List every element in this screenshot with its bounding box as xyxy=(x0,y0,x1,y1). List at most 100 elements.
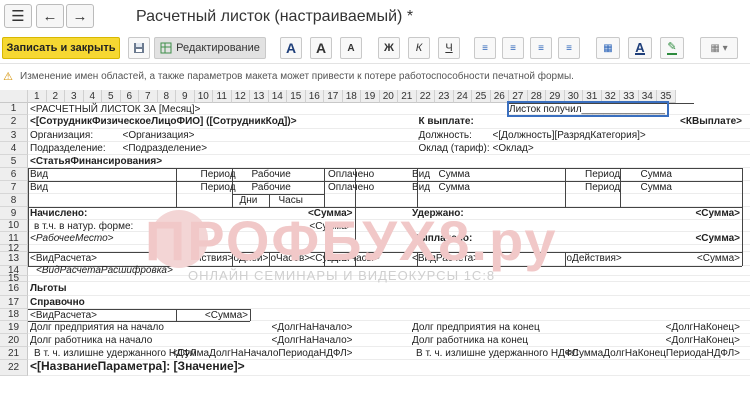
header-vid[interactable]: Вид xyxy=(30,168,48,181)
edit-mode-toggle[interactable]: Редактирование xyxy=(154,37,266,59)
finance-article[interactable]: <СтатьяФинансирования> xyxy=(30,155,162,168)
row-header[interactable]: 5 xyxy=(0,155,28,168)
column-header[interactable]: 26 xyxy=(490,90,509,103)
header-period-2[interactable]: Период xyxy=(201,181,236,194)
column-header[interactable]: 1 xyxy=(28,90,47,103)
header-vid-2[interactable]: Вид xyxy=(30,181,48,194)
align-left-button[interactable]: ≡ xyxy=(474,37,496,59)
row-header[interactable]: 19 xyxy=(0,321,28,334)
menu-button[interactable]: ☰ xyxy=(4,4,32,28)
row-header[interactable]: 16 xyxy=(0,282,28,296)
header-paid[interactable]: Оплачено xyxy=(328,168,374,181)
column-header[interactable]: 31 xyxy=(583,90,602,103)
salary-value[interactable]: <Оклад> xyxy=(493,142,534,155)
header-sum[interactable]: Сумма xyxy=(439,168,470,181)
header-vid-right[interactable]: Вид xyxy=(412,168,430,181)
column-header[interactable]: 35 xyxy=(657,90,676,103)
row-header[interactable]: 7 xyxy=(0,181,28,194)
bold-button[interactable]: Ж xyxy=(378,37,400,59)
header-sum-2[interactable]: Сумма xyxy=(439,181,470,194)
column-header[interactable]: 20 xyxy=(379,90,398,103)
header-vid-right-2[interactable]: Вид xyxy=(412,181,430,194)
column-header[interactable]: 10 xyxy=(194,90,213,103)
forward-button[interactable]: → xyxy=(66,4,94,28)
row-header[interactable]: 10 xyxy=(0,220,28,232)
column-header[interactable]: 3 xyxy=(65,90,84,103)
column-header[interactable]: 21 xyxy=(398,90,417,103)
position-label[interactable]: Должность: xyxy=(419,129,472,142)
row-header[interactable]: 2 xyxy=(0,115,28,129)
background-color-button[interactable]: ✎ xyxy=(660,37,684,59)
row-header[interactable]: 20 xyxy=(0,334,28,347)
header-hours[interactable]: Часы xyxy=(279,194,303,207)
back-button[interactable]: ← xyxy=(36,4,64,28)
header-days[interactable]: Дни xyxy=(240,194,258,207)
withheld-label[interactable]: Удержано: xyxy=(412,207,464,220)
accrued-label[interactable]: Начислено: xyxy=(30,207,87,220)
row-header[interactable]: 3 xyxy=(0,129,28,142)
reference-sum[interactable]: <Сумма> xyxy=(205,309,248,322)
withheld-sum[interactable]: <Сумма> xyxy=(695,207,740,220)
employee-debt-start-value[interactable]: <ДолгНаНачало> xyxy=(271,334,352,347)
column-header[interactable]: 13 xyxy=(250,90,269,103)
enterprise-debt-end-label[interactable]: Долг предприятия на конец xyxy=(412,321,540,334)
column-header[interactable]: 15 xyxy=(287,90,306,103)
column-header[interactable]: 11 xyxy=(213,90,232,103)
action-cell[interactable]: оДействия> xyxy=(178,252,233,265)
action-cell-right[interactable]: оДействия> xyxy=(567,252,622,265)
row-header[interactable]: 18 xyxy=(0,309,28,321)
natural-form-sum[interactable]: <Сумма> xyxy=(309,220,352,233)
column-header[interactable]: 18 xyxy=(342,90,361,103)
column-header[interactable]: 27 xyxy=(509,90,528,103)
header-paid-2[interactable]: Оплачено xyxy=(328,181,374,194)
sum-cell[interactable]: <Сумма> xyxy=(309,252,352,265)
italic-button[interactable]: К xyxy=(408,37,430,59)
column-header[interactable]: 5 xyxy=(102,90,121,103)
ndfl-end-label[interactable]: В т. ч. излишне удержанного НДФЛ xyxy=(416,347,578,360)
employee-cell[interactable]: <[СотрудникФизическоеЛицоФИО] ([Сотрудни… xyxy=(30,115,297,128)
align-justify-button[interactable]: ≡ xyxy=(558,37,580,59)
row-header[interactable]: 1 xyxy=(0,103,28,115)
row-header[interactable]: 9 xyxy=(0,207,28,220)
to-pay-value[interactable]: <КВыплате> xyxy=(680,115,742,128)
column-header[interactable]: 28 xyxy=(527,90,546,103)
calc-decode-cell[interactable]: <ВидРасчетаРасшифровка> xyxy=(36,264,173,277)
row-header[interactable]: 22 xyxy=(0,360,28,376)
align-center-button[interactable]: ≡ xyxy=(502,37,524,59)
save-button[interactable] xyxy=(128,37,150,59)
header-period-right[interactable]: Период xyxy=(585,168,620,181)
row-header[interactable]: 4 xyxy=(0,142,28,155)
organization-value[interactable]: <Организация> xyxy=(123,129,195,142)
row-header[interactable]: 12 xyxy=(0,243,28,254)
parameter-cell[interactable]: <[НазваниеПараметра]: [Значение]> xyxy=(30,360,245,373)
font-shrink-button[interactable]: A xyxy=(340,37,362,59)
column-header[interactable]: 22 xyxy=(416,90,435,103)
text-color-button[interactable]: A xyxy=(628,37,652,59)
receipt-cell[interactable]: Листок получил_______________ xyxy=(507,101,669,117)
enterprise-debt-end-value[interactable]: <ДолгНаКонец> xyxy=(666,321,740,334)
save-and-close-button[interactable]: Записать и закрыть xyxy=(2,37,120,59)
days-cell[interactable]: оДней> xyxy=(234,252,269,265)
row-header[interactable]: 13 xyxy=(0,252,28,266)
reference-label[interactable]: Справочно xyxy=(30,296,85,309)
column-header[interactable]: 8 xyxy=(157,90,176,103)
more-options-button[interactable]: ▦ ▾ xyxy=(700,37,738,59)
enterprise-debt-start-label[interactable]: Долг предприятия на начало xyxy=(30,321,164,334)
column-header[interactable]: 34 xyxy=(638,90,657,103)
organization-label[interactable]: Организация: xyxy=(30,129,93,142)
paid-sum[interactable]: <Сумма> xyxy=(695,232,740,245)
enterprise-debt-start-value[interactable]: <ДолгНаНачало> xyxy=(271,321,352,334)
ndfl-end-value[interactable]: <СуммаДолгНаКонецПериодаНДФЛ> xyxy=(566,347,740,360)
employee-debt-end-value[interactable]: <ДолгНаКонец> xyxy=(666,334,740,347)
hours-cell[interactable]: оЧасов> xyxy=(271,252,311,265)
row-header[interactable]: 8 xyxy=(0,194,28,207)
column-header[interactable]: 32 xyxy=(601,90,620,103)
column-header[interactable]: 19 xyxy=(361,90,380,103)
underline-button[interactable]: Ч xyxy=(438,37,460,59)
header-period-right-2[interactable]: Период xyxy=(585,181,620,194)
department-label[interactable]: Подразделение: xyxy=(30,142,106,155)
salary-label[interactable]: Оклад (тариф): xyxy=(419,142,490,155)
column-header[interactable]: 29 xyxy=(546,90,565,103)
font-button[interactable]: A xyxy=(280,37,302,59)
font-grow-button[interactable]: A xyxy=(310,37,332,59)
